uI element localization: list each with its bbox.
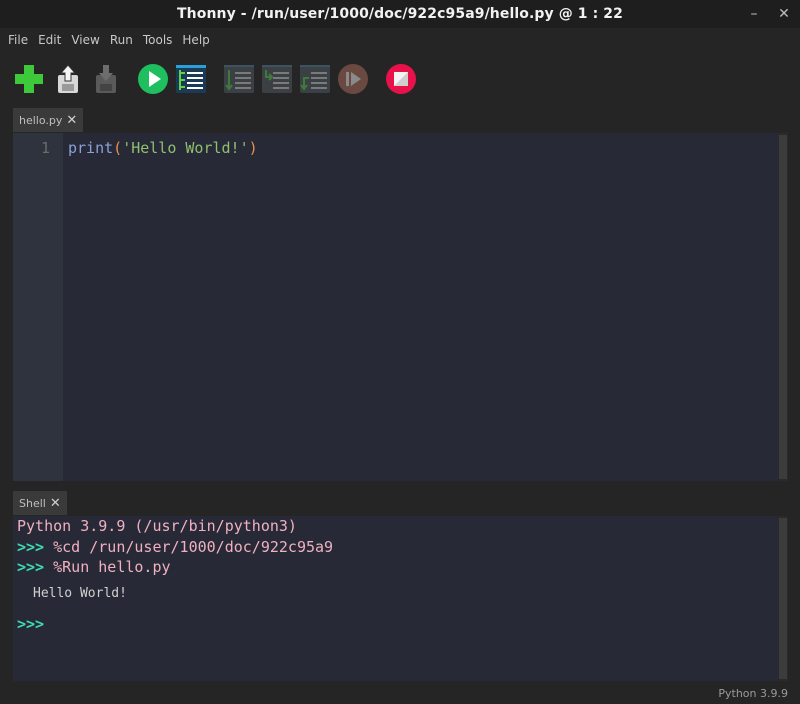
plus-icon: [15, 65, 43, 93]
code-token-function: print: [68, 139, 114, 157]
save-icon: [96, 65, 116, 93]
code-token-string: 'Hello World!': [122, 139, 249, 157]
stop-button[interactable]: [384, 62, 418, 96]
shell-output: Hello World!: [33, 586, 127, 601]
debug-button[interactable]: [174, 62, 208, 96]
new-file-button[interactable]: [12, 62, 46, 96]
minimize-button[interactable]: –: [744, 4, 764, 24]
resume-icon: [338, 64, 368, 94]
close-tab-icon[interactable]: ✕: [50, 496, 61, 511]
step-over-icon: [224, 65, 254, 93]
shell-input-line[interactable]: >>>: [17, 615, 44, 633]
tab-shell[interactable]: Shell ✕: [13, 491, 67, 515]
tab-label: Shell: [19, 496, 46, 510]
stop-icon: [386, 64, 416, 94]
shell-command-line: >>> %Run hello.py: [17, 558, 171, 576]
shell-prompt: >>>: [17, 538, 45, 556]
menu-file[interactable]: File: [8, 33, 28, 47]
save-file-button[interactable]: [89, 62, 123, 96]
load-file-button[interactable]: [51, 62, 85, 96]
shell-scroll-thumb[interactable]: [779, 518, 787, 679]
line-number: 1: [40, 139, 50, 157]
menu-edit[interactable]: Edit: [38, 33, 61, 47]
resume-button[interactable]: [336, 62, 370, 96]
load-icon: [58, 64, 78, 93]
code-line[interactable]: print('Hello World!'): [68, 139, 258, 157]
status-bar: Python 3.9.9: [0, 683, 800, 704]
menu-tools[interactable]: Tools: [143, 33, 173, 47]
code-token-paren-close: ): [248, 139, 258, 157]
step-into-button[interactable]: [260, 62, 294, 96]
debug-icon: [176, 65, 206, 93]
close-window-button[interactable]: ✕: [774, 4, 794, 24]
code-editor[interactable]: 1 print('Hello World!'): [13, 133, 788, 481]
play-icon: [138, 64, 168, 94]
step-out-icon: [300, 65, 330, 93]
shell-prompt: >>>: [17, 558, 45, 576]
step-over-button[interactable]: [222, 62, 256, 96]
shell-scrollbar[interactable]: [778, 516, 788, 681]
window-title: Thonny - /run/user/1000/doc/922c95a9/hel…: [177, 6, 623, 22]
shell-banner: Python 3.9.9 (/usr/bin/python3): [17, 517, 297, 535]
editor-scroll-thumb[interactable]: [779, 135, 787, 479]
shell-command: %Run hello.py: [53, 558, 171, 576]
editor-scrollbar[interactable]: [778, 133, 788, 481]
interpreter-status[interactable]: Python 3.9.9: [718, 687, 788, 700]
menu-help[interactable]: Help: [182, 33, 209, 47]
run-button[interactable]: [136, 62, 170, 96]
title-bar: Thonny - /run/user/1000/doc/922c95a9/hel…: [0, 0, 800, 28]
shell-command: %cd /run/user/1000/doc/922c95a9: [53, 538, 334, 556]
tab-label: hello.py: [19, 113, 63, 127]
line-number-gutter: 1: [13, 133, 63, 481]
tab-hello-py[interactable]: hello.py ✕: [13, 108, 84, 132]
menu-view[interactable]: View: [71, 33, 99, 47]
toolbar: [0, 58, 800, 98]
menu-bar: File Edit View Run Tools Help: [0, 28, 800, 52]
shell-panel[interactable]: Python 3.9.9 (/usr/bin/python3) >>> %cd …: [13, 516, 788, 681]
step-into-icon: [262, 65, 292, 93]
code-token-paren-open: (: [113, 139, 123, 157]
menu-run[interactable]: Run: [110, 33, 133, 47]
step-out-button[interactable]: [298, 62, 332, 96]
shell-command-line: >>> %cd /run/user/1000/doc/922c95a9: [17, 538, 333, 556]
shell-prompt: >>>: [17, 615, 45, 633]
close-tab-icon[interactable]: ✕: [66, 113, 77, 128]
